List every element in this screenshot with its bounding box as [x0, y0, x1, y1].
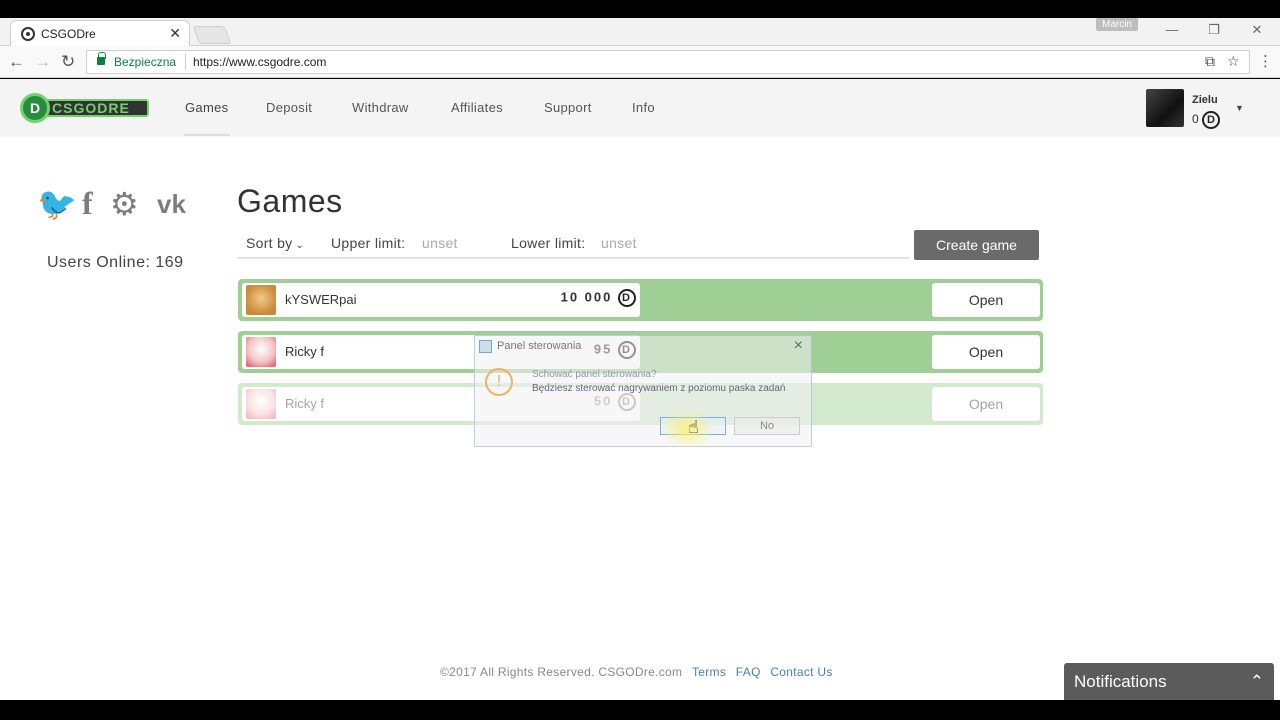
contact-link[interactable]: Contact Us — [770, 665, 832, 679]
nav-active-indicator — [184, 134, 230, 136]
browser-tabbar: CSGODre ✕ Marcin — ❐ ✕ — [0, 18, 1280, 46]
secure-label: Bezpieczna — [114, 55, 177, 69]
site-favicon-icon — [21, 27, 35, 41]
game-amount: 10 000 D — [561, 289, 636, 307]
nav-info[interactable]: Info — [632, 100, 655, 115]
open-game-button[interactable]: Open — [932, 335, 1040, 369]
screen: CSGODre ✕ Marcin — ❐ ✕ ← → ↻ Bezpieczna … — [0, 0, 1280, 720]
dialog-question: Schować panel sterowania? — [532, 369, 657, 380]
terms-link[interactable]: Terms — [692, 665, 726, 679]
create-game-button[interactable]: Create game — [914, 230, 1039, 260]
dialog-no-button[interactable]: No — [734, 417, 800, 435]
tab-close-icon[interactable]: ✕ — [169, 25, 181, 42]
users-online: Users Online: 169 — [47, 254, 184, 271]
copyright-text: ©2017 All Rights Reserved. CSGODre.com — [440, 665, 683, 679]
lock-icon — [97, 52, 106, 65]
nav-support[interactable]: Support — [544, 100, 592, 115]
warning-icon: ! — [485, 368, 513, 396]
logo-wordmark: CSGODRE — [40, 99, 149, 117]
chevron-down-icon: ⌄ — [292, 240, 305, 251]
twitter-icon[interactable]: 🐦 — [37, 185, 77, 223]
filter-bar: Sort by ⌄ Upper limit: unset Lower limit… — [237, 233, 909, 259]
restore-button[interactable]: ❐ — [1204, 22, 1224, 38]
nav-games[interactable]: Games — [185, 100, 228, 115]
notifications-panel-toggle[interactable]: Notifications ⌃ — [1064, 663, 1274, 700]
open-game-button[interactable]: Open — [932, 283, 1040, 317]
dialog-close-icon[interactable]: × — [794, 337, 803, 355]
player-name: Ricky f — [285, 396, 324, 411]
user-balance: 0 D — [1192, 111, 1221, 129]
sort-by-label: Sort by — [246, 235, 293, 251]
menu-kebab-icon[interactable]: ⋮ — [1258, 52, 1273, 70]
address-bar[interactable]: Bezpieczna https://www.csgodre.com ⧉ ☆ — [86, 50, 1250, 74]
nav-withdraw[interactable]: Withdraw — [352, 100, 409, 115]
user-name: Zielu — [1192, 94, 1218, 106]
dialog-title: Panel sterowania — [497, 340, 582, 352]
user-avatar[interactable] — [1146, 89, 1184, 127]
user-menu-caret-icon[interactable]: ▼ — [1235, 103, 1244, 113]
game-info: kYSWERpai 10 000 D — [242, 283, 640, 317]
vk-icon[interactable]: vk — [157, 189, 186, 220]
address-separator — [185, 54, 186, 70]
page-title: Games — [237, 183, 343, 219]
browser-tab[interactable]: CSGODre ✕ — [10, 20, 190, 46]
game-row: kYSWERpai 10 000 D Open — [238, 279, 1043, 321]
player-avatar — [246, 337, 276, 367]
site-logo[interactable]: CSGODRE D — [20, 93, 150, 123]
coin-icon: D — [1202, 111, 1221, 129]
open-game-button[interactable]: Open — [932, 387, 1040, 421]
bookmark-star-icon[interactable]: ☆ — [1227, 53, 1240, 70]
lower-limit-label: Lower limit: — [511, 235, 586, 251]
hand-cursor-icon: ☝ — [688, 417, 699, 437]
coin-icon: D — [618, 289, 636, 307]
minimize-button[interactable]: — — [1162, 22, 1182, 37]
player-name: Ricky f — [285, 344, 324, 359]
upper-limit-input[interactable]: unset — [422, 235, 458, 251]
chevron-up-icon: ⌃ — [1249, 672, 1264, 691]
page: CSGODRE D Games Deposit Withdraw Affilia… — [0, 79, 1280, 700]
logo-emblem-icon: D — [20, 93, 50, 123]
faq-link[interactable]: FAQ — [736, 665, 761, 679]
facebook-icon[interactable]: f — [82, 185, 93, 222]
nav-affiliates[interactable]: Affiliates — [451, 100, 503, 115]
sort-by-dropdown[interactable]: Sort by ⌄ — [246, 235, 304, 251]
player-avatar — [246, 285, 276, 315]
url-text[interactable]: https://www.csgodre.com — [193, 55, 326, 69]
player-avatar — [246, 389, 276, 419]
forward-arrow-icon[interactable]: → — [34, 52, 51, 72]
nav-deposit[interactable]: Deposit — [266, 100, 312, 115]
user-balance-value: 0 — [1192, 112, 1199, 127]
player-name: kYSWERpai — [285, 292, 357, 307]
site-header: CSGODRE D Games Deposit Withdraw Affilia… — [0, 79, 1280, 137]
dialog-message: Będziesz sterować nagrywaniem z poziomu … — [532, 383, 786, 394]
window-user-badge: Marcin — [1096, 18, 1139, 31]
new-tab-button[interactable] — [192, 26, 232, 44]
reload-icon[interactable]: ↻ — [61, 52, 75, 72]
tab-title: CSGODre — [41, 27, 96, 41]
footer: ©2017 All Rights Reserved. CSGODre.com T… — [440, 665, 833, 679]
notifications-label: Notifications — [1074, 672, 1167, 691]
browser-toolbar: ← → ↻ Bezpieczna https://www.csgodre.com… — [0, 46, 1280, 78]
translate-icon[interactable]: ⧉ — [1205, 53, 1215, 70]
lower-limit-input[interactable]: unset — [601, 235, 637, 251]
steam-icon[interactable]: ⚙ — [110, 185, 139, 223]
upper-limit-label: Upper limit: — [331, 235, 406, 251]
control-panel-dialog: Panel sterowania × ! Schować panel stero… — [474, 335, 812, 447]
game-amount-value: 10 000 — [560, 289, 613, 305]
close-window-button[interactable]: ✕ — [1247, 22, 1267, 38]
panel-window-icon — [479, 340, 492, 353]
back-arrow-icon[interactable]: ← — [8, 52, 25, 72]
cursor-highlight — [660, 409, 714, 449]
